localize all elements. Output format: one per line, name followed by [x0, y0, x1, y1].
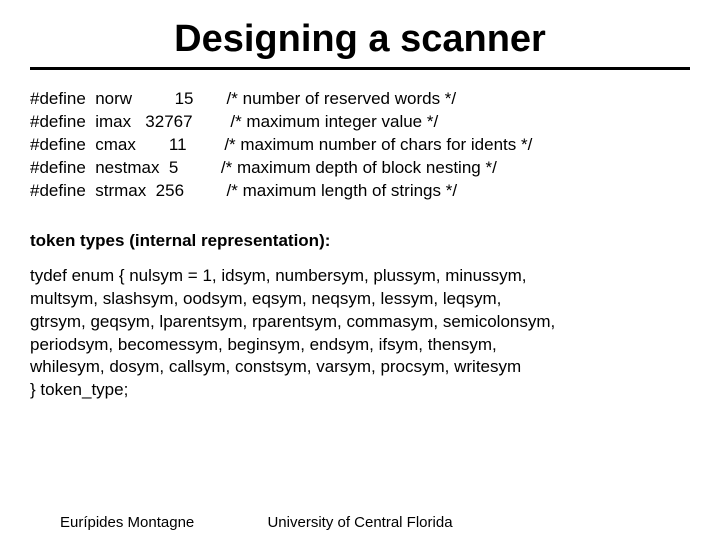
section-label: token types (internal representation):	[30, 231, 690, 251]
enum-line: gtrsym, geqsym, lparentsym, rparentsym, …	[30, 311, 690, 334]
enum-block: tydef enum { nulsym = 1, idsym, numbersy…	[30, 265, 690, 403]
enum-line: multsym, slashsym, oodsym, eqsym, neqsym…	[30, 288, 690, 311]
title-underline	[30, 67, 690, 70]
enum-line: } token_type;	[30, 379, 690, 402]
enum-line: whilesym, dosym, callsym, constsym, vars…	[30, 356, 690, 379]
enum-line: periodsym, becomessym, beginsym, endsym,…	[30, 334, 690, 357]
enum-line: tydef enum { nulsym = 1, idsym, numbersy…	[30, 265, 690, 288]
footer-affiliation: University of Central Florida	[0, 514, 720, 531]
define-block: #define norw 15 /* number of reserved wo…	[30, 88, 720, 203]
page-title: Designing a scanner	[0, 0, 720, 67]
